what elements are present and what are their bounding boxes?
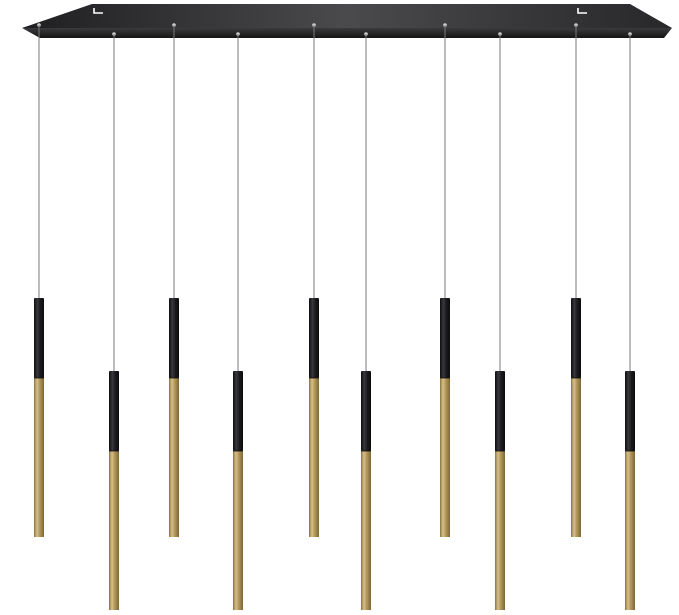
brass-tube-section: [625, 451, 635, 610]
brass-tube-section: [440, 378, 450, 537]
pendant-2: [109, 32, 119, 610]
brass-tube-section: [309, 378, 319, 537]
ceiling-canopy: [22, 4, 672, 38]
black-tube-section: [440, 298, 450, 378]
pendant-7: [440, 23, 450, 537]
pendant-10: [625, 32, 635, 610]
pendant-9: [571, 23, 581, 537]
pendant-light-product-photo: [22, 4, 672, 610]
pendant-3: [169, 23, 179, 537]
pendant-4: [233, 32, 243, 610]
pendant-5: [309, 23, 319, 537]
pendants-group: [34, 23, 635, 610]
black-tube-section: [361, 371, 371, 451]
black-tube-section: [495, 371, 505, 451]
pendant-8: [495, 32, 505, 610]
black-tube-section: [34, 298, 44, 378]
black-tube-section: [233, 371, 243, 451]
canopy-front-edge: [22, 28, 672, 38]
black-tube-section: [571, 298, 581, 378]
brass-tube-section: [109, 451, 119, 610]
black-tube-section: [169, 298, 179, 378]
pendant-1: [34, 23, 44, 537]
pendant-6: [361, 32, 371, 610]
brass-tube-section: [233, 451, 243, 610]
black-tube-section: [109, 371, 119, 451]
brass-tube-section: [495, 451, 505, 610]
brass-tube-section: [169, 378, 179, 537]
black-tube-section: [309, 298, 319, 378]
black-tube-section: [625, 371, 635, 451]
brass-tube-section: [34, 378, 44, 537]
brass-tube-section: [571, 378, 581, 537]
brass-tube-section: [361, 451, 371, 610]
